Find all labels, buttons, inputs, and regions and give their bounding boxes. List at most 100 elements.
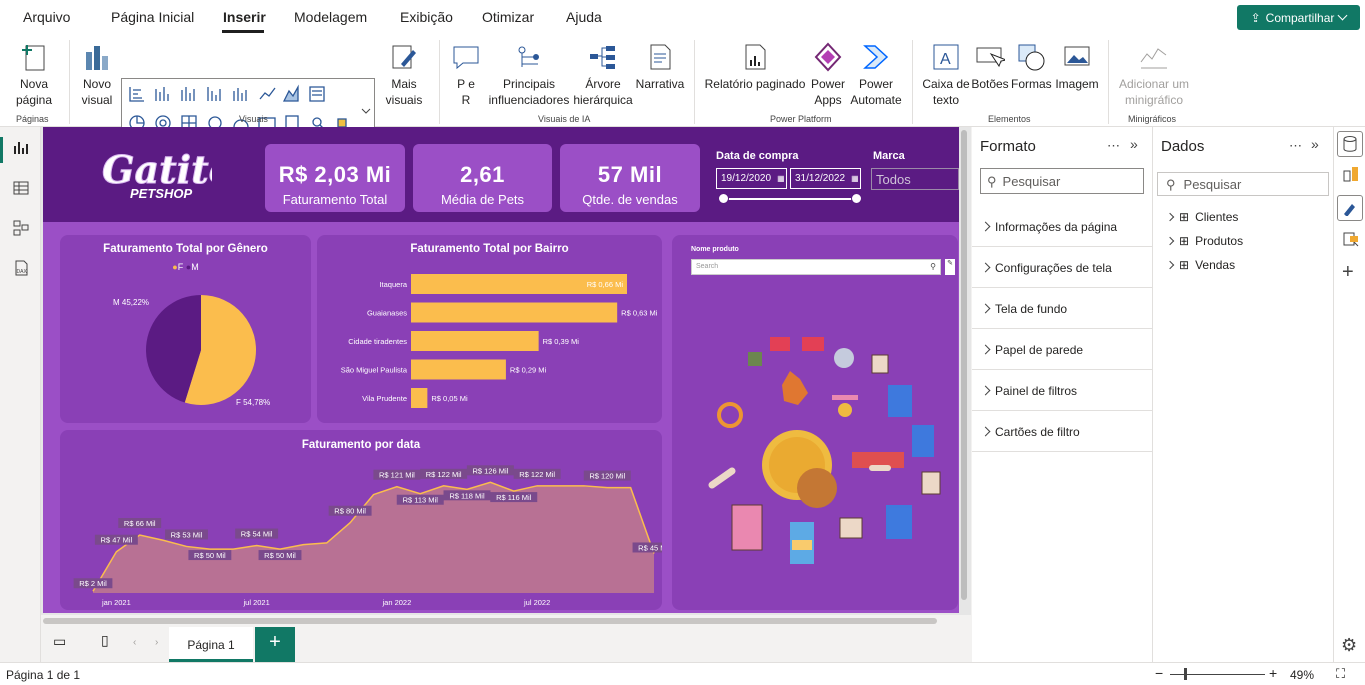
bar-2[interactable] (411, 331, 539, 351)
menu-inserir[interactable]: Inserir (223, 9, 266, 25)
arvore-label: Árvore hierárquica (573, 77, 633, 107)
bookmarks-icon[interactable] (1342, 231, 1360, 252)
area-card[interactable]: Faturamento por data R$ 2 Mil R$ 47 Mil R$… (60, 430, 662, 610)
principais-influenciadores-button[interactable]: Principais influenciadores (487, 42, 571, 108)
collapse-pane-icon[interactable]: » (1311, 136, 1319, 152)
build-visual-icon[interactable] (1342, 165, 1360, 186)
botoes-button[interactable]: Botões (970, 42, 1010, 92)
menu-modelagem[interactable]: Modelagem (294, 9, 367, 25)
kpi-media-de-pets[interactable]: 2,61 Média de Pets (413, 144, 552, 212)
menu-exibicao[interactable]: Exibição (400, 9, 453, 25)
add-pane-icon[interactable]: + (1342, 261, 1354, 284)
settings-gear-icon[interactable]: ⚙ (1341, 635, 1357, 656)
section-configuracoes-tela[interactable]: Configurações de tela (972, 248, 1152, 288)
canvas-horizontal-scrollbar[interactable] (43, 618, 937, 624)
section-papel-de-parede[interactable]: Papel de parede (972, 330, 1152, 370)
format-search-input[interactable]: ⚲ Pesquisar (980, 168, 1144, 194)
share-icon: ⇪ (1250, 10, 1261, 25)
buttons-icon (976, 47, 1005, 68)
caixa-de-texto-button[interactable]: A Caixa de texto (920, 42, 972, 108)
fit-to-page-icon[interactable]: ⛶ (1336, 666, 1345, 682)
product-card[interactable]: Nome produto Search ⚲ ✎ (672, 235, 958, 610)
data-search-input[interactable]: ⚲ Pesquisar (1157, 172, 1329, 196)
table-view-icon[interactable] (10, 177, 32, 199)
format-pane-icon[interactable] (1337, 195, 1363, 221)
zoom-in-icon[interactable]: + (1269, 665, 1277, 681)
brand-dropdown[interactable]: Todos (871, 168, 959, 190)
section-painel-de-filtros[interactable]: Painel de filtros (972, 371, 1152, 411)
imagem-button[interactable]: Imagem (1053, 42, 1101, 92)
divider (439, 40, 440, 124)
date-start-input[interactable]: 19/12/2020 ▦ (716, 168, 787, 189)
data-pane-icon[interactable] (1337, 131, 1363, 157)
section-informacoes-pagina[interactable]: Informações da página (972, 207, 1152, 247)
table-vendas[interactable]: ⊞ Vendas (1165, 258, 1236, 272)
data-label: R$ 121 Mil (379, 471, 415, 480)
bar-card[interactable]: Faturamento Total por Bairro Itaquera R$ … (317, 235, 662, 423)
nova-pagina-button[interactable]: Nova página (8, 42, 60, 108)
menu-otimizar[interactable]: Otimizar (482, 9, 534, 25)
mobile-layout-icon[interactable]: ▯ (101, 632, 109, 649)
novo-visual-button[interactable]: Novo visual (76, 42, 118, 108)
share-button[interactable]: ⇪ Compartilhar (1237, 5, 1360, 30)
section-tela-de-fundo[interactable]: Tela de fundo (972, 289, 1152, 329)
x-tick-label: jul 2021 (242, 598, 269, 607)
power-automate-button[interactable]: Power Automate (850, 42, 902, 108)
section-cartoes-de-filtro[interactable]: Cartões de filtro (972, 412, 1152, 452)
scroll-right-icon[interactable]: › (155, 637, 158, 648)
power-apps-button[interactable]: Power Apps (808, 42, 848, 108)
kpi-qtde-vendas[interactable]: 57 Mil Qtde. de vendas (560, 144, 700, 212)
chevron-right-icon (980, 262, 991, 273)
collapse-pane-icon[interactable]: » (1130, 136, 1138, 152)
more-options-icon[interactable]: ⋯ (1289, 138, 1302, 154)
data-label: R$ 116 Mil (496, 493, 532, 502)
bar-3[interactable] (411, 359, 506, 380)
kpi-faturamento-total[interactable]: R$ 2,03 Mi Faturamento Total (265, 144, 405, 212)
menu-pagina-inicial[interactable]: Página Inicial (111, 9, 194, 25)
canvas-vertical-scrollbar[interactable] (961, 130, 967, 600)
scroll-left-icon[interactable]: ‹ (133, 637, 136, 648)
date-range-start-handle[interactable] (718, 193, 729, 204)
formas-button[interactable]: Formas (1011, 42, 1052, 92)
zoom-slider-thumb[interactable] (1184, 668, 1187, 680)
bar-4[interactable] (411, 388, 428, 408)
date-start-value: 19/12/2020 (721, 173, 772, 184)
p-e-r-button[interactable]: P e R (449, 42, 483, 108)
principais-label: Principais influenciadores (488, 77, 570, 107)
bar-1[interactable] (411, 302, 618, 323)
report-view-icon[interactable] (10, 137, 32, 159)
data-label: R$ 80 Mil (334, 507, 366, 516)
botoes-label: Botões (971, 77, 1009, 91)
desktop-layout-icon[interactable]: ▭ (53, 633, 66, 650)
pie-card[interactable]: Faturamento Total por Gênero ●F ●M M 45,… (60, 235, 311, 423)
more-options-icon[interactable]: ⋯ (1107, 138, 1120, 154)
arvore-hierarquica-button[interactable]: Árvore hierárquica (572, 42, 634, 108)
gatito-logo: Gatito PETSHOP (100, 143, 235, 209)
table-produtos[interactable]: ⊞ Produtos (1165, 234, 1243, 248)
menu-ajuda[interactable]: Ajuda (566, 9, 602, 25)
mais-visuais-label: Mais visuais (385, 77, 423, 107)
date-range-end-handle[interactable] (851, 193, 862, 204)
divider (694, 40, 695, 124)
adicionar-minigrafico-button[interactable]: Adicionar um minigráfico (1114, 42, 1194, 108)
chevron-right-icon (980, 303, 991, 314)
table-clientes[interactable]: ⊞ Clientes (1165, 210, 1238, 224)
divider (69, 40, 70, 124)
relatorio-paginado-button[interactable]: Relatório paginado (703, 42, 807, 92)
model-view-icon[interactable] (10, 217, 32, 239)
zoom-out-icon[interactable]: − (1155, 665, 1163, 681)
page-tab-pagina-1[interactable]: Página 1 (169, 627, 253, 662)
mais-visuais-button[interactable]: Mais visuais (379, 42, 429, 108)
data-label: R$ 122 Mil (426, 470, 462, 479)
narrativa-button[interactable]: Narrativa (634, 42, 686, 92)
search-icon: ⚲ (1166, 177, 1176, 192)
data-label: R$ 47 Mil (101, 536, 133, 545)
table-label: Vendas (1195, 258, 1236, 272)
chevron-right-icon (980, 385, 991, 396)
menu-arquivo[interactable]: Arquivo (23, 9, 70, 25)
bar-category-label: Guaianases (367, 309, 407, 318)
dax-query-view-icon[interactable]: DAX (10, 257, 32, 279)
table-icon: ⊞ (1179, 234, 1190, 248)
add-page-button[interactable]: + (255, 627, 295, 662)
date-end-input[interactable]: 31/12/2022 ▦ (790, 168, 861, 189)
